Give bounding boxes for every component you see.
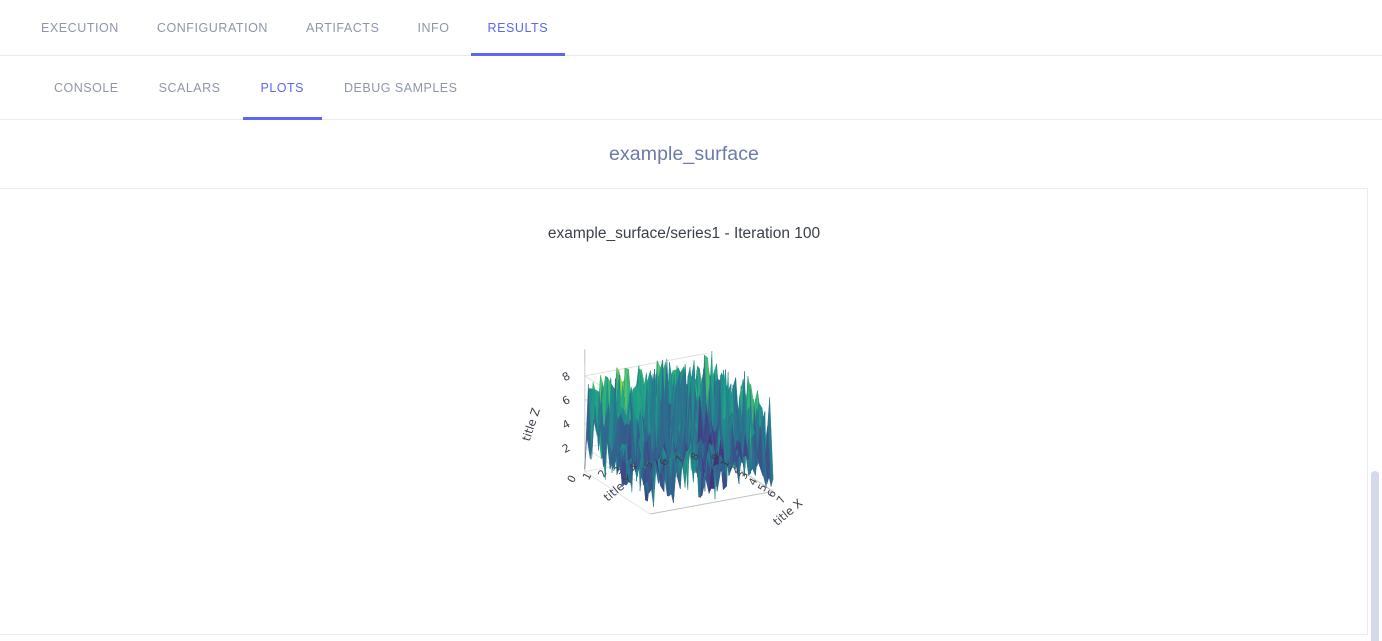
tab-label: INFO <box>417 21 450 35</box>
plot-canvas[interactable]: 2 4 6 8 title Z 0 1 2 3 4 5 6 7 8 title Y 0 1 2 3 4 5 6 7 title… <box>0 281 1368 581</box>
y-tick-label: 2 <box>596 468 610 480</box>
plot-group-header: example_surface <box>0 121 1368 189</box>
subtab-scalars[interactable]: SCALARS <box>139 56 241 120</box>
secondary-tab-list: CONSOLE SCALARS PLOTS DEBUG SAMPLES <box>0 56 1382 120</box>
tab-configuration[interactable]: CONFIGURATION <box>138 0 287 56</box>
tab-artifacts[interactable]: ARTIFACTS <box>287 0 398 56</box>
subtab-label: CONSOLE <box>54 81 119 95</box>
page-scrollbar-track[interactable] <box>1368 189 1382 641</box>
primary-tab-list: EXECUTION CONFIGURATION ARTIFACTS INFO RESUL… <box>0 0 1382 56</box>
primary-tab-bar: EXECUTION CONFIGURATION ARTIFACTS INFO RESUL… <box>0 0 1382 56</box>
subtab-label: PLOTS <box>260 81 304 95</box>
page-scrollbar-thumb[interactable] <box>1371 471 1379 641</box>
subtab-label: SCALARS <box>158 81 221 95</box>
tab-results[interactable]: RESULTS <box>469 0 568 56</box>
z-tick-label: 6 <box>560 393 572 408</box>
results-plots-page: EXECUTION CONFIGURATION ARTIFACTS INFO RESUL… <box>0 0 1382 641</box>
subtab-console[interactable]: CONSOLE <box>34 56 139 120</box>
tab-execution[interactable]: EXECUTION <box>22 0 138 56</box>
tab-label: RESULTS <box>487 21 549 35</box>
subtab-debug-samples[interactable]: DEBUG SAMPLES <box>324 56 477 120</box>
y-tick-label: 1 <box>581 471 595 483</box>
plot-group-title: example_surface <box>609 143 759 165</box>
z-tick-label: 2 <box>560 441 572 456</box>
tab-label: EXECUTION <box>41 21 119 35</box>
surface-3d-chart[interactable]: 2468title Z0 1 2 3 4 5 6 7 8title Y01234567title… <box>474 281 894 581</box>
z-tick-label: 4 <box>560 417 572 432</box>
plot-card[interactable]: example_surface/series1 - Iteration 100 … <box>0 189 1368 635</box>
plot-title: example_surface/series1 - Iteration 100 <box>547 225 821 242</box>
subtab-plots[interactable]: PLOTS <box>241 56 325 120</box>
subtab-label: DEBUG SAMPLES <box>344 81 458 95</box>
secondary-tab-bar: CONSOLE SCALARS PLOTS DEBUG SAMPLES <box>0 56 1382 120</box>
tab-label: CONFIGURATION <box>156 21 268 35</box>
y-tick-label: 0 <box>565 473 579 485</box>
tab-info[interactable]: INFO <box>398 0 468 56</box>
tab-label: ARTIFACTS <box>305 21 380 35</box>
z-axis-title: title Z <box>519 406 543 443</box>
z-tick-label: 8 <box>560 369 572 384</box>
